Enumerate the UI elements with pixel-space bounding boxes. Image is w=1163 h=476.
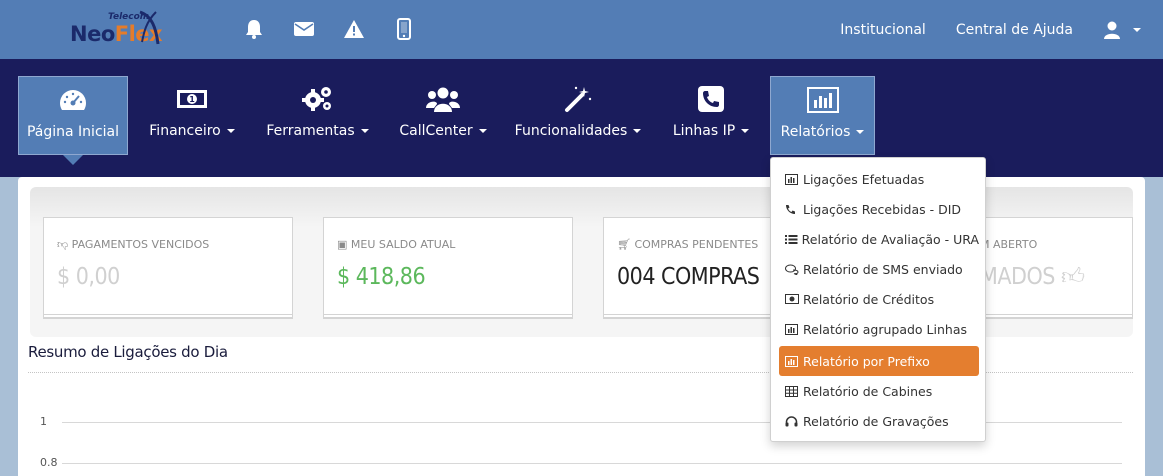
user-menu[interactable] — [1103, 21, 1141, 39]
central-ajuda-link[interactable]: Central de Ajuda — [956, 22, 1073, 38]
mobile-icon[interactable] — [388, 16, 420, 42]
top-bar: Telecom NeoFlex Institucional Central de… — [0, 0, 1163, 59]
card-title: M ABERTO — [980, 238, 1037, 251]
menu-item-label: Relatório de Gravações — [803, 413, 949, 429]
bar-chart-icon — [785, 173, 801, 185]
headphones-icon — [785, 415, 801, 427]
relatorios-dropdown-menu: Ligações Efetuadas Ligações Recebidas - … — [770, 157, 986, 442]
menu-item-gravacoes[interactable]: Relatório de Gravações — [779, 406, 979, 436]
chevron-down-icon — [1133, 27, 1141, 32]
nav-label-funcionalidades: Funcionalidades — [514, 123, 628, 139]
envelope-icon[interactable] — [288, 16, 320, 42]
nav-label-financeiro: Financeiro — [149, 123, 221, 139]
top-links: Institucional Central de Ajuda — [810, 0, 1141, 59]
card-title: 🛒︎ COMPRAS PENDENTES — [617, 238, 758, 251]
gears-icon — [301, 87, 331, 111]
menu-item-label: Ligações Efetuadas — [803, 171, 925, 187]
top-icon-group — [238, 16, 420, 42]
nav-ferramentas[interactable]: Ferramentas — [260, 76, 375, 155]
active-nav-pointer — [63, 155, 83, 165]
y-tick-label: 0.8 — [40, 456, 58, 469]
menu-item-agrupado-linhas[interactable]: Relatório agrupado Linhas — [779, 314, 979, 344]
section-title: Resumo de Ligações do Dia — [28, 343, 228, 361]
money-icon: 1 — [177, 90, 207, 108]
svg-text:1: 1 — [189, 95, 195, 104]
menu-item-label: Relatório por Prefixo — [803, 353, 930, 369]
bar-chart-icon — [785, 323, 801, 335]
chevron-down-icon — [226, 129, 235, 133]
card-title-text: PAGAMENTOS VENCIDOS — [71, 238, 210, 251]
thumbs-down-icon: 👎︎ — [57, 238, 72, 251]
card-title-text: M ABERTO — [980, 238, 1038, 251]
card-title: 👎︎ PAGAMENTOS VENCIDOS — [57, 238, 209, 251]
nav-label-relatorios: Relatórios — [780, 124, 851, 140]
card-value: 004 COMPRAS — [617, 264, 760, 290]
menu-item-cabines[interactable]: Relatório de Cabines — [779, 376, 979, 406]
chevron-down-icon — [360, 129, 369, 133]
menu-item-ligacoes-recebidas[interactable]: Ligações Recebidas - DID — [779, 194, 979, 224]
main-nav: Página Inicial 1 Financeiro Ferramentas … — [0, 59, 1163, 177]
y-tick-label: 1 — [40, 415, 47, 428]
menu-item-label: Ligações Recebidas - DID — [803, 201, 962, 217]
money-icon — [785, 294, 801, 304]
chevron-down-icon — [633, 129, 642, 133]
comments-icon — [785, 264, 801, 275]
menu-item-label: Relatório agrupado Linhas — [803, 321, 967, 337]
bar-chart-icon — [785, 355, 801, 367]
nav-linhas-ip[interactable]: Linhas IP — [666, 76, 756, 155]
card-title-text: COMPRAS PENDENTES — [634, 238, 759, 251]
menu-item-por-prefixo[interactable]: Relatório por Prefixo — [779, 346, 979, 376]
nav-financeiro[interactable]: 1 Financeiro — [142, 76, 242, 155]
menu-item-label: Relatório de SMS enviado — [803, 261, 963, 277]
money-icon: ▣ — [337, 238, 351, 251]
chevron-down-icon — [741, 129, 750, 133]
nav-label-home: Página Inicial — [26, 124, 120, 140]
logo-x-swoosh-icon — [139, 10, 160, 45]
card-pagamentos-vencidos[interactable]: 👎︎ PAGAMENTOS VENCIDOS $ 0,00 — [43, 217, 293, 315]
menu-item-label: Relatório de Créditos — [803, 291, 935, 307]
menu-item-label: Relatório de Cabines — [803, 383, 933, 399]
chevron-down-icon — [478, 129, 487, 133]
card-value-text: MADOS — [980, 264, 1055, 290]
nav-label-ferramentas: Ferramentas — [266, 123, 355, 139]
logo-word-neo: Neo — [70, 22, 115, 46]
nav-relatorios[interactable]: Relatórios — [770, 76, 875, 155]
card-title-text: MEU SALDO ATUAL — [350, 238, 456, 251]
user-icon — [1104, 21, 1120, 39]
neoflex-logo[interactable]: Telecom NeoFlex — [66, 8, 166, 50]
menu-item-avaliacao-ura[interactable]: Relatório de Avaliação - URA — [779, 224, 979, 254]
menu-item-label: Relatório de Avaliação - URA — [801, 231, 979, 247]
card-value: MADOS 👍︎ — [980, 264, 1085, 291]
card-meu-saldo-atual[interactable]: ▣ MEU SALDO ATUAL $ 418,86 — [323, 217, 573, 315]
card-value: $ 0,00 — [57, 264, 120, 290]
gridline — [62, 463, 1122, 464]
nav-label-linhas-ip: Linhas IP — [672, 123, 736, 139]
chevron-down-icon — [856, 130, 865, 134]
warning-icon[interactable] — [338, 16, 370, 42]
institucional-link[interactable]: Institucional — [840, 22, 926, 38]
users-group-icon — [426, 87, 460, 112]
nav-pagina-inicial[interactable]: Página Inicial — [18, 76, 128, 155]
bell-icon[interactable] — [238, 16, 270, 42]
list-icon — [785, 234, 800, 245]
card-value: $ 418,86 — [337, 264, 426, 290]
bar-chart-icon — [806, 87, 839, 113]
nav-label-callcenter: CallCenter — [399, 123, 473, 139]
menu-item-sms-enviado[interactable]: Relatório de SMS enviado — [779, 254, 979, 284]
cart-icon: 🛒︎ — [617, 238, 635, 251]
thumbs-up-icon: 👍︎ — [1060, 264, 1085, 290]
dashboard-gauge-icon — [59, 90, 87, 110]
phone-icon — [785, 204, 801, 215]
menu-item-ligacoes-efetuadas[interactable]: Ligações Efetuadas — [779, 164, 979, 194]
card-title: ▣ MEU SALDO ATUAL — [337, 238, 455, 251]
menu-item-creditos[interactable]: Relatório de Créditos — [779, 284, 979, 314]
table-icon — [785, 385, 801, 397]
phone-square-icon — [698, 86, 724, 112]
nav-funcionalidades[interactable]: Funcionalidades — [508, 76, 648, 155]
magic-wand-icon — [565, 86, 592, 112]
nav-callcenter[interactable]: CallCenter — [393, 76, 493, 155]
